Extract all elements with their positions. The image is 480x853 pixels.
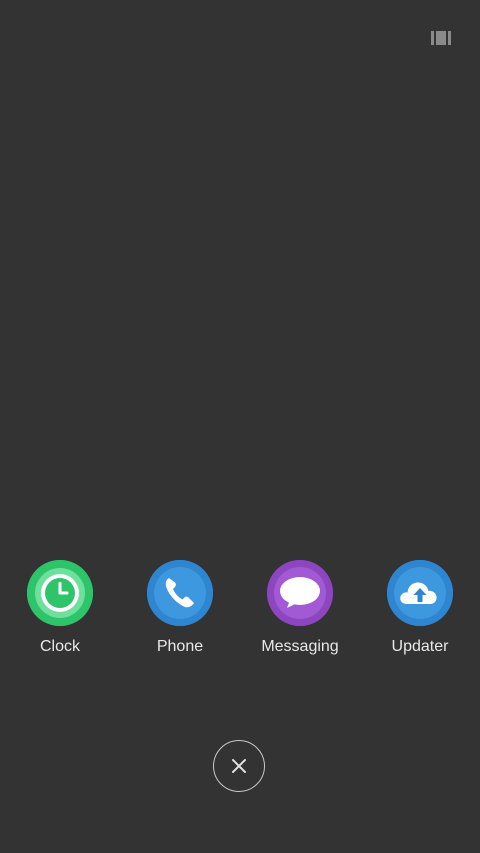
- app-phone[interactable]: Phone: [120, 560, 240, 656]
- app-clock[interactable]: Clock: [0, 560, 120, 656]
- app-label-messaging: Messaging: [261, 638, 339, 655]
- app-updater[interactable]: Updater: [360, 560, 480, 656]
- app-row: Clock Phone Messaging Updater: [0, 560, 480, 660]
- view-toggle-button[interactable]: [428, 28, 454, 48]
- recents-screen: Clock Phone Messaging Updater: [0, 0, 480, 853]
- phone-icon: [147, 560, 213, 626]
- close-icon: [232, 759, 246, 773]
- app-label-clock: Clock: [39, 638, 80, 655]
- chat-bubble-icon: [267, 560, 333, 626]
- app-label-updater: Updater: [391, 638, 449, 655]
- phone-app-icon: [147, 560, 213, 626]
- app-label-phone: Phone: [156, 638, 204, 655]
- clock-icon: [27, 560, 93, 626]
- recents-view-toggle-icon: [431, 31, 451, 45]
- updater-app-icon: [387, 560, 453, 626]
- clock-app-icon: [27, 560, 93, 626]
- app-messaging[interactable]: Messaging: [240, 560, 360, 656]
- close-button[interactable]: [213, 740, 265, 792]
- cloud-upload-icon: [387, 560, 453, 626]
- messaging-app-icon: [267, 560, 333, 626]
